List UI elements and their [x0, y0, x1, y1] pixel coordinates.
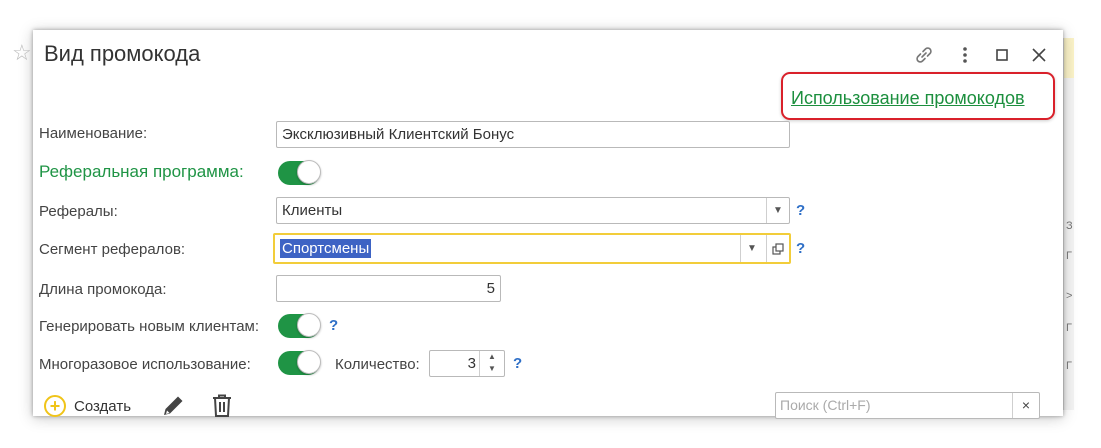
window-title: Вид промокода — [44, 41, 201, 66]
background-highlight — [1064, 38, 1074, 78]
toggle-knob — [297, 350, 321, 374]
chevron-down-icon[interactable]: ▼ — [480, 363, 504, 375]
referral-program-toggle[interactable] — [278, 160, 321, 185]
code-length-value: 5 — [486, 280, 495, 297]
delete-trash-icon[interactable] — [210, 393, 234, 423]
more-vertical-icon[interactable] — [954, 44, 976, 66]
referrals-help-icon[interactable]: ? — [796, 202, 805, 219]
chevron-down-icon[interactable]: ▼ — [766, 198, 789, 223]
quantity-stepper[interactable]: 3 ▲ ▼ — [429, 350, 505, 377]
generate-new-clients-label: Генерировать новым клиентам: — [39, 318, 260, 335]
generate-new-clients-help-icon[interactable]: ? — [329, 317, 338, 334]
maximize-icon[interactable] — [991, 44, 1013, 66]
plus-circle-icon: + — [44, 395, 66, 417]
referrals-value: Клиенты — [282, 202, 343, 219]
stepper-arrows[interactable]: ▲ ▼ — [479, 351, 504, 376]
create-button[interactable]: + Создать — [44, 393, 131, 419]
edit-pencil-icon[interactable] — [160, 393, 186, 423]
quantity-help-icon[interactable]: ? — [513, 355, 522, 372]
referral-segment-value: Спортсмены — [280, 239, 372, 258]
background-mark: Г — [1066, 322, 1072, 334]
promo-usage-link[interactable]: Использование промокодов — [791, 88, 1025, 109]
generate-new-clients-toggle[interactable] — [278, 313, 321, 338]
chevron-down-icon[interactable]: ▼ — [740, 235, 763, 262]
referrals-label: Рефералы: — [39, 203, 118, 220]
search-input[interactable]: Поиск (Ctrl+F) × — [775, 392, 1040, 419]
favorite-star-icon[interactable]: ☆ — [12, 42, 32, 64]
create-button-label: Создать — [74, 397, 132, 415]
clear-search-icon[interactable]: × — [1012, 393, 1039, 418]
referral-segment-help-icon[interactable]: ? — [796, 240, 805, 257]
link-icon[interactable] — [913, 44, 935, 66]
referrals-select[interactable]: Клиенты ▼ — [276, 197, 790, 224]
chevron-up-icon[interactable]: ▲ — [480, 351, 504, 363]
background-mark: > — [1066, 290, 1073, 302]
toggle-knob — [297, 313, 321, 337]
background-mark: Г — [1066, 250, 1072, 262]
quantity-value: 3 — [467, 355, 476, 372]
code-length-field[interactable]: 5 — [276, 275, 501, 302]
referral-segment-select[interactable]: Спортсмены ▼ — [273, 233, 791, 264]
close-icon[interactable] — [1028, 44, 1050, 66]
name-field[interactable]: Эксклюзивный Клиентский Бонус — [276, 121, 790, 148]
background-window-edge: З Г > Г Г — [1063, 38, 1074, 410]
referral-segment-label: Сегмент рефералов: — [39, 241, 186, 258]
open-form-icon[interactable] — [766, 235, 789, 262]
reusable-toggle[interactable] — [278, 350, 321, 375]
name-label: Наименование: — [39, 125, 148, 142]
code-length-label: Длина промокода: — [39, 281, 167, 298]
search-placeholder: Поиск (Ctrl+F) — [780, 397, 871, 413]
toggle-knob — [297, 160, 321, 184]
quantity-label: Количество: — [335, 356, 420, 373]
background-mark: З — [1066, 220, 1073, 232]
reusable-label: Многоразовое использование: — [39, 356, 251, 373]
referral-program-label: Реферальная программа: — [39, 162, 244, 181]
name-field-value: Эксклюзивный Клиентский Бонус — [282, 126, 515, 143]
background-mark: Г — [1066, 360, 1072, 372]
